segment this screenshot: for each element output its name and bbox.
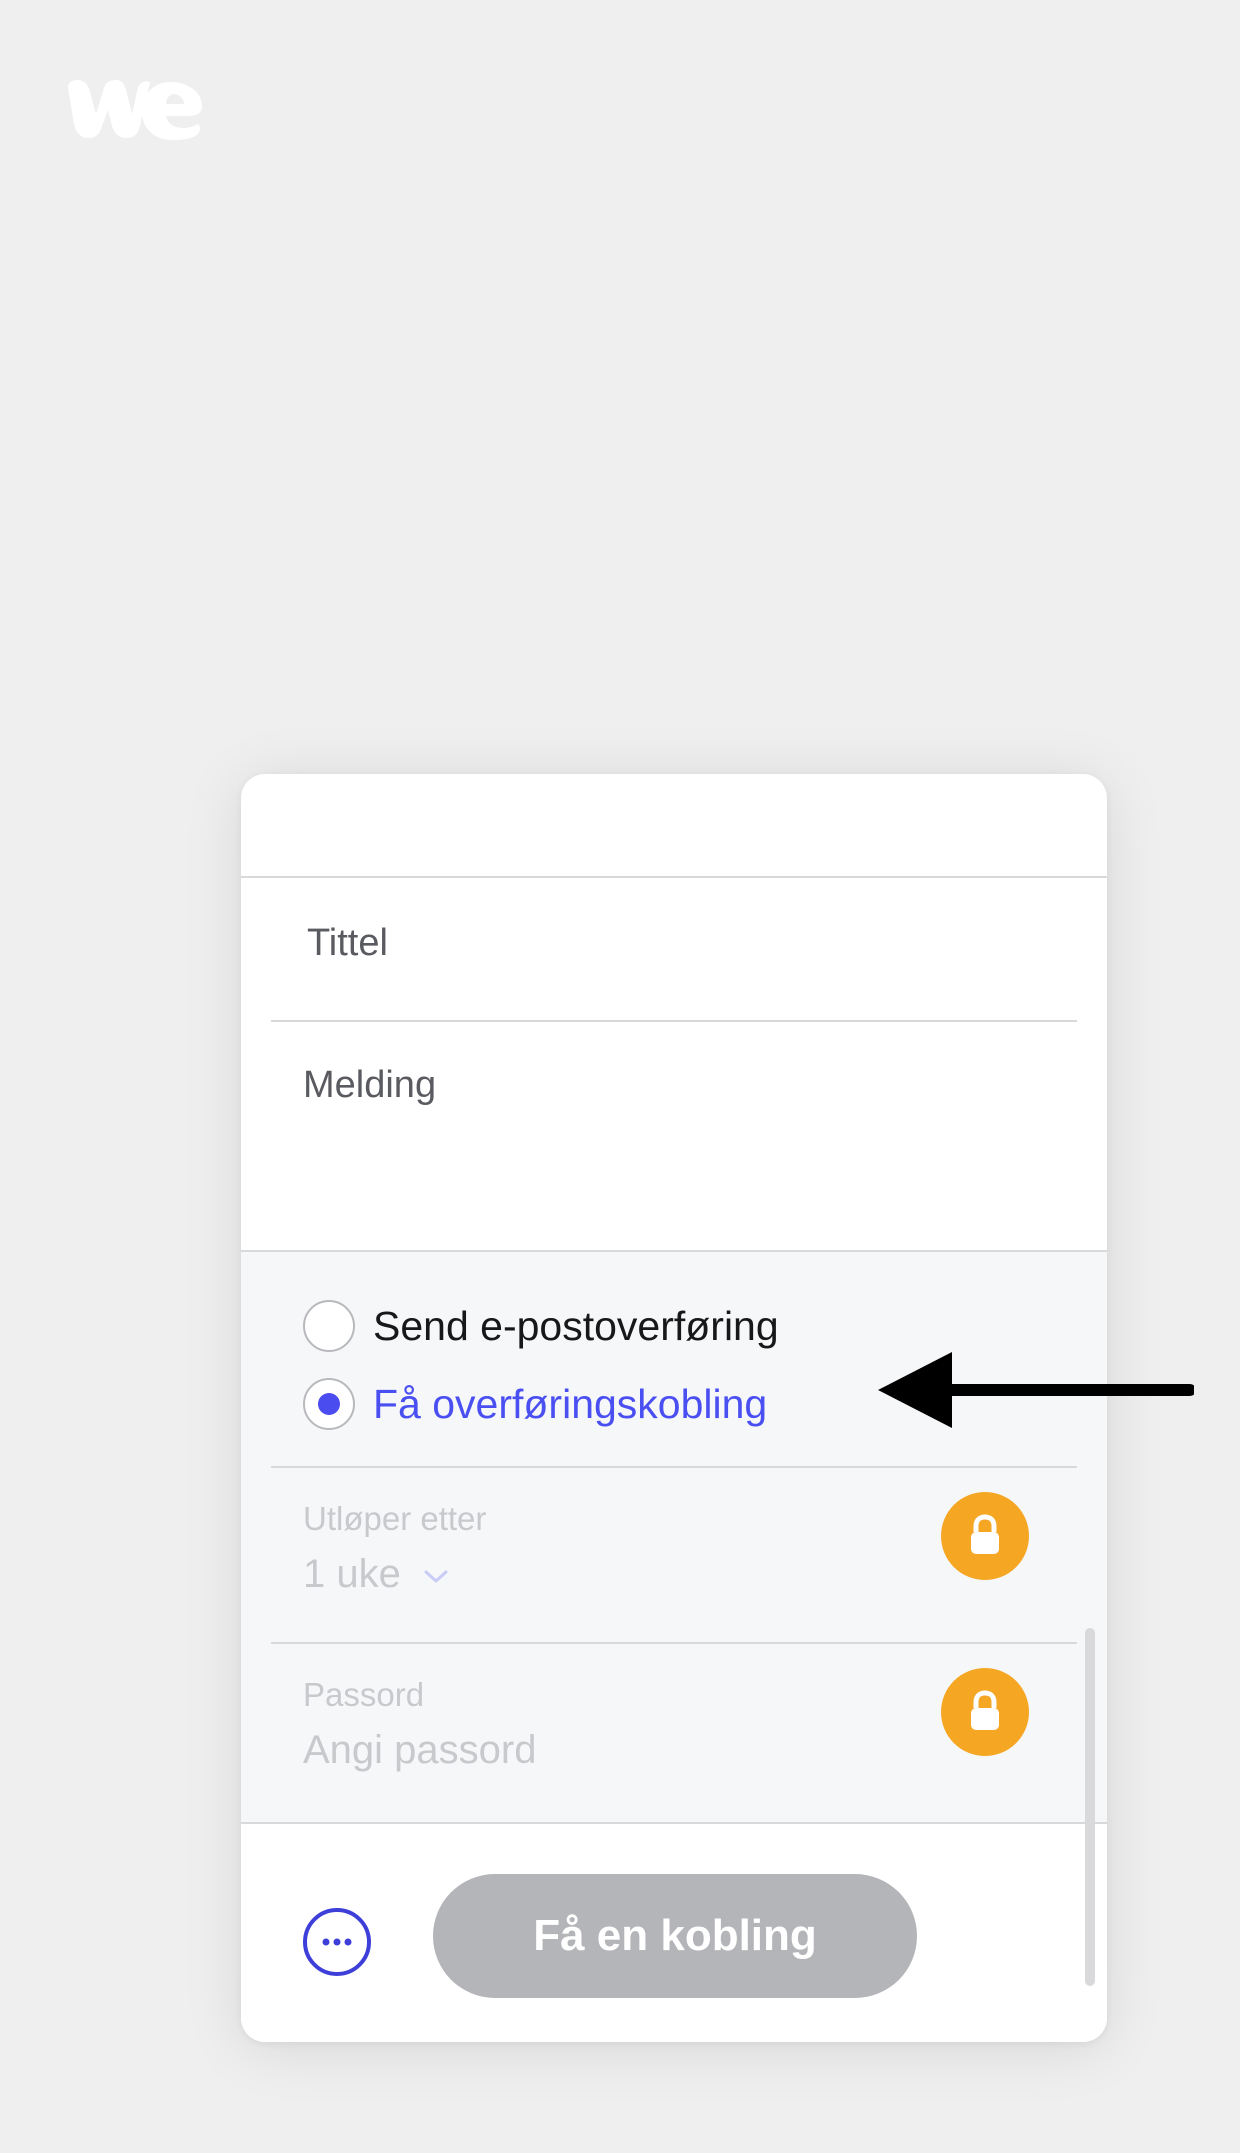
radio-label-email: Send e-postoverføring: [373, 1302, 779, 1349]
expiry-value: 1 uke: [303, 1552, 401, 1596]
divider: [271, 1466, 1077, 1468]
password-input[interactable]: Angi passord: [303, 1728, 536, 1773]
more-options-icon: [322, 1938, 352, 1946]
radio-get-link[interactable]: Få overføringskobling: [303, 1374, 767, 1434]
scrollbar[interactable]: [1085, 1628, 1095, 1986]
radio-send-email[interactable]: Send e-postoverføring: [303, 1296, 779, 1356]
divider: [271, 1642, 1077, 1644]
more-options-button[interactable]: [303, 1908, 371, 1976]
message-placeholder: Melding: [303, 1064, 437, 1106]
radio-button-link[interactable]: [303, 1378, 355, 1430]
lock-icon[interactable]: [941, 1492, 1029, 1580]
radio-label-link: Få overføringskobling: [373, 1380, 768, 1427]
lock-icon[interactable]: [941, 1668, 1029, 1756]
card-header: [241, 774, 1107, 878]
title-placeholder: Tittel: [307, 922, 388, 964]
expiry-setting[interactable]: Utløper etter 1 uke: [303, 1500, 486, 1597]
message-field[interactable]: Melding: [271, 1022, 1077, 1222]
title-field[interactable]: Tittel: [271, 878, 1077, 1022]
wetransfer-logo-icon: [68, 80, 202, 140]
expiry-select[interactable]: 1 uke: [303, 1552, 486, 1597]
radio-button-email[interactable]: [303, 1300, 355, 1352]
card-footer: Få en kobling: [241, 1822, 1107, 2042]
lock-glyph-icon: [971, 1514, 999, 1554]
chevron-down-icon: [424, 1570, 448, 1582]
get-link-button[interactable]: Få en kobling: [433, 1874, 917, 1998]
expiry-label: Utløper etter: [303, 1500, 487, 1537]
password-label: Passord: [303, 1676, 425, 1713]
lock-glyph-icon: [971, 1690, 999, 1730]
arrow-left-icon: [878, 1352, 1194, 1428]
password-setting[interactable]: Passord Angi passord: [303, 1676, 536, 1773]
